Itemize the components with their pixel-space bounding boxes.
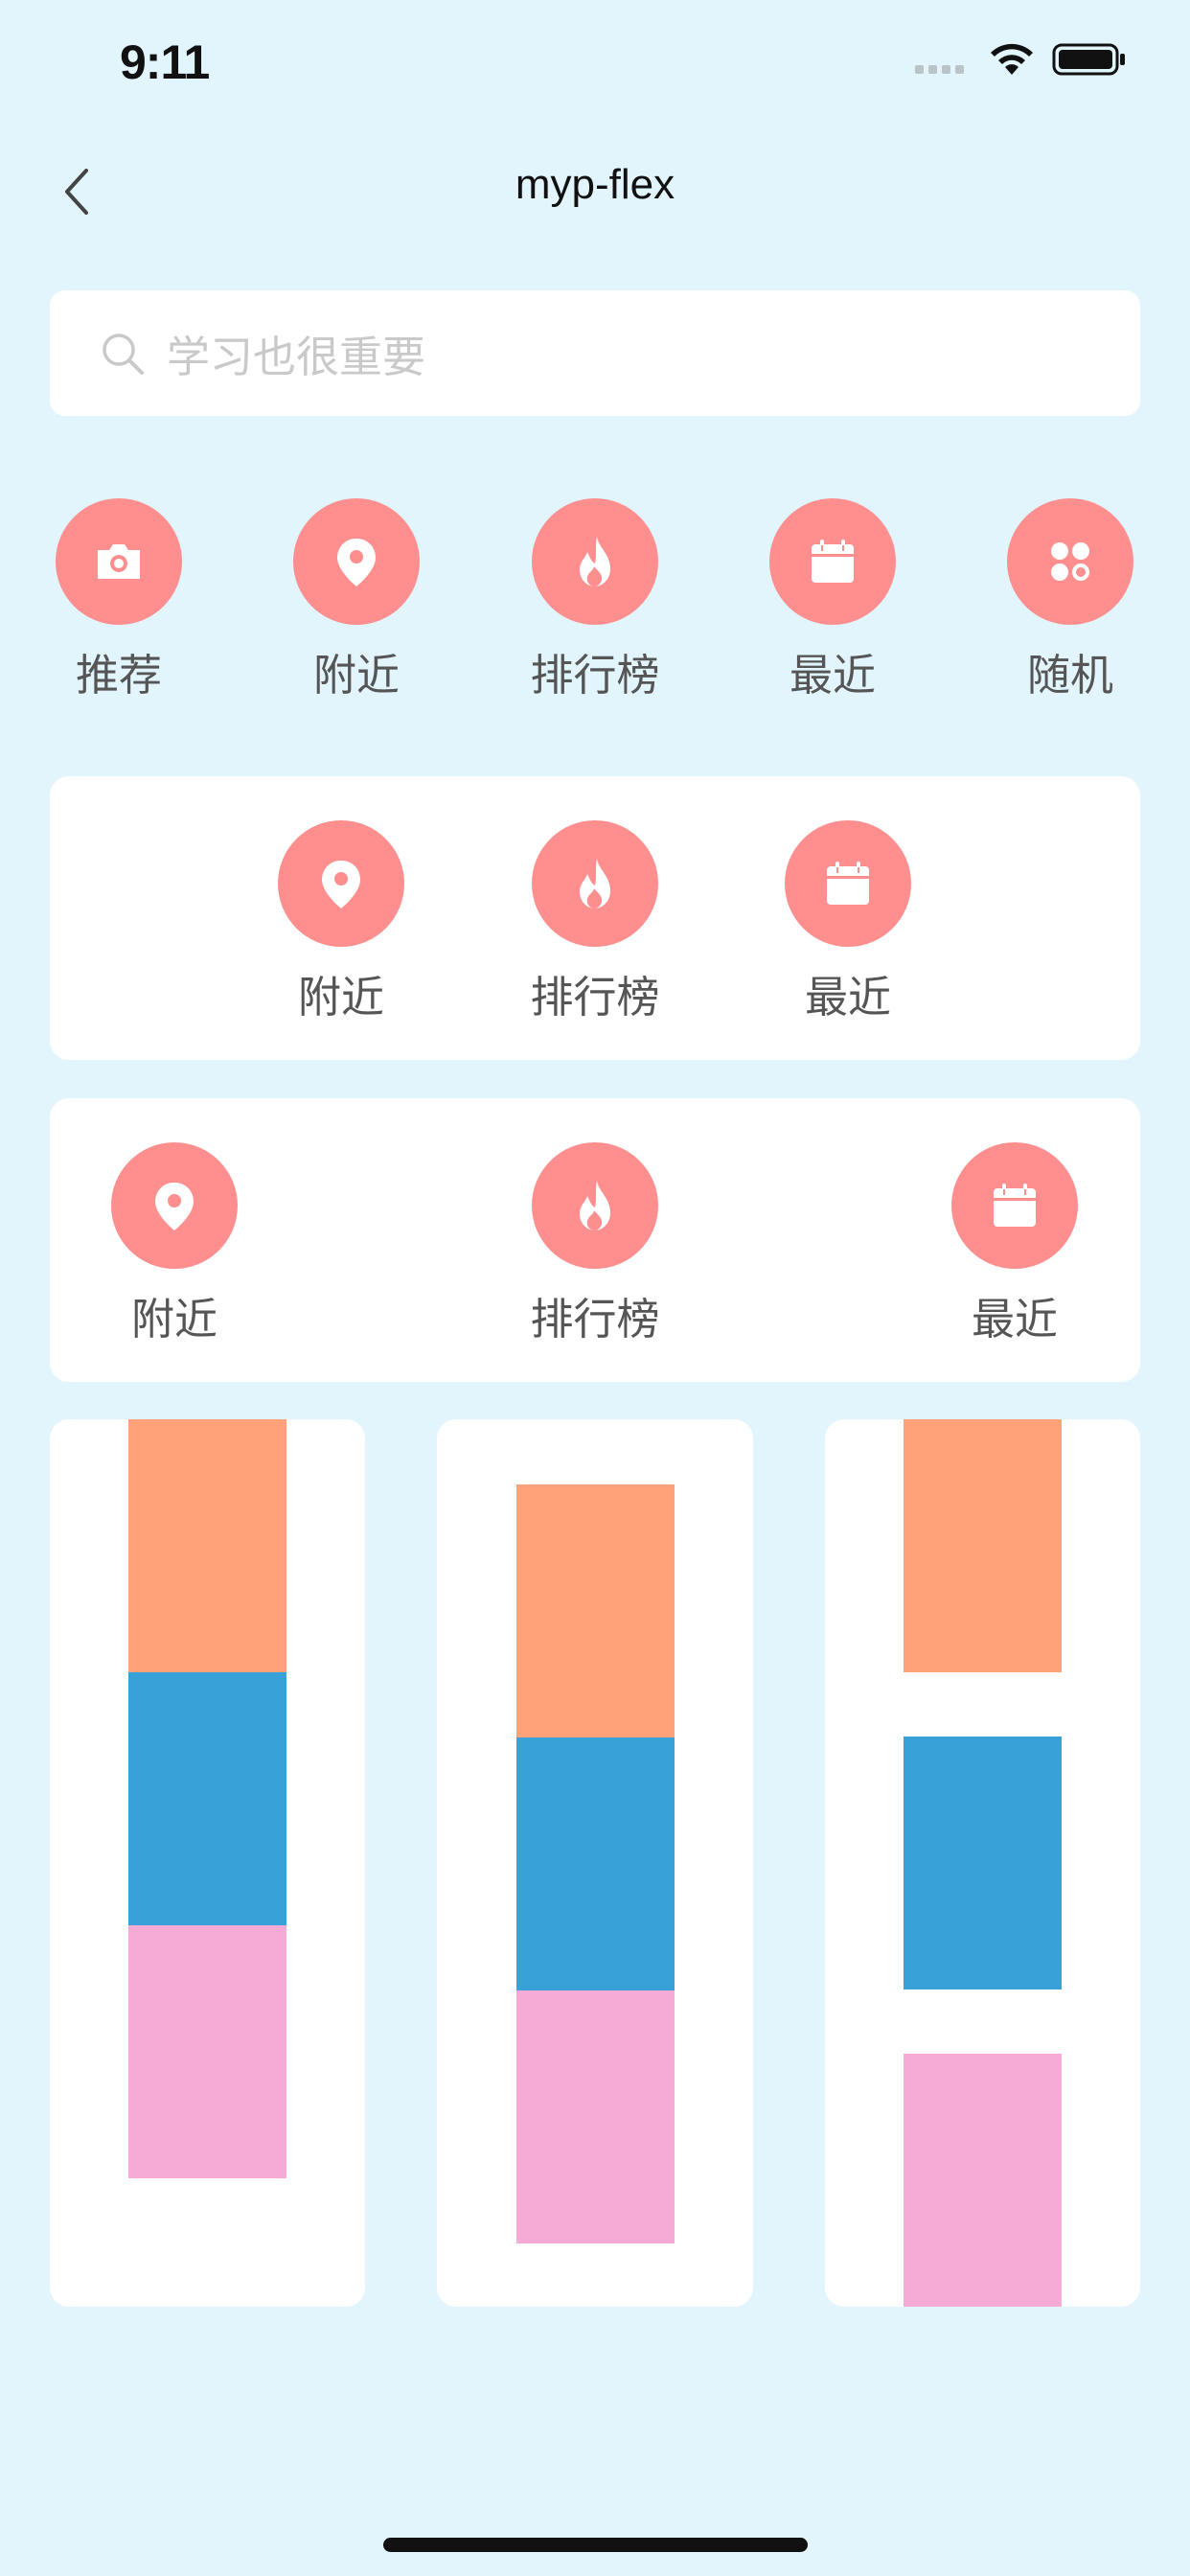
row1-label-recent: 最近	[789, 650, 876, 701]
calendar-icon	[827, 862, 869, 905]
column-card-start	[50, 1419, 365, 2307]
card3-item-nearby[interactable]	[111, 1142, 238, 1269]
location-pin-icon	[337, 539, 376, 586]
fire-icon	[580, 859, 610, 908]
block-pink	[516, 1990, 675, 2243]
block-orange	[516, 1484, 675, 1737]
card2-label-nearby: 附近	[297, 972, 384, 1023]
home-indicator[interactable]	[383, 2538, 808, 2552]
grid-dots-icon	[1051, 542, 1089, 581]
column-card-between	[825, 1419, 1140, 2307]
row1-item-nearby[interactable]	[293, 498, 420, 625]
calendar-icon	[812, 540, 854, 583]
icon-card-spaced: 附近 排行榜 最近	[50, 1098, 1140, 1382]
location-pin-icon	[155, 1183, 194, 1230]
row1-item-random[interactable]	[1007, 498, 1133, 625]
location-pin-icon	[322, 861, 360, 908]
fire-icon	[580, 537, 610, 586]
battery-icon	[1052, 43, 1125, 76]
page-title: myp-flex	[515, 161, 675, 208]
row1-label-nearby: 附近	[312, 650, 400, 701]
row1-item-recommend[interactable]	[56, 498, 182, 625]
block-orange	[904, 1419, 1062, 1672]
row1-label-ranking: 排行榜	[530, 650, 660, 701]
status-indicators	[915, 42, 1127, 77]
block-blue	[904, 1736, 1062, 1990]
card3-label-nearby: 附近	[130, 1294, 217, 1345]
block-orange	[128, 1419, 286, 1672]
row1-label-random: 随机	[1026, 650, 1113, 701]
camera-icon	[98, 544, 140, 579]
card2-item-nearby[interactable]	[278, 820, 404, 947]
search-icon	[103, 333, 144, 375]
card3-item-recent[interactable]	[951, 1142, 1078, 1269]
column-card-center	[437, 1419, 753, 2307]
search-bar[interactable]: 学习也很重要	[50, 290, 1140, 416]
card2-item-recent[interactable]	[785, 820, 911, 947]
card2-label-ranking: 排行榜	[530, 972, 660, 1023]
fire-icon	[580, 1181, 610, 1230]
block-pink	[128, 1925, 286, 2178]
card2-label-recent: 最近	[804, 972, 891, 1023]
row1-item-recent[interactable]	[769, 498, 896, 625]
block-blue	[516, 1737, 675, 1990]
search-placeholder: 学习也很重要	[167, 332, 426, 382]
cellular-signal-icon	[915, 45, 964, 74]
card3-label-ranking: 排行榜	[530, 1294, 660, 1345]
row1-label-recommend: 推荐	[75, 650, 162, 701]
icon-card-centered: 附近 排行榜 最近	[50, 776, 1140, 1060]
wifi-icon	[991, 43, 1033, 75]
card3-label-recent: 最近	[971, 1294, 1058, 1345]
status-time: 9:11	[120, 35, 210, 89]
row1-item-ranking[interactable]	[532, 498, 658, 625]
card3-item-ranking[interactable]	[532, 1142, 658, 1269]
block-pink	[904, 2054, 1062, 2307]
block-blue	[128, 1672, 286, 1925]
calendar-icon	[994, 1184, 1036, 1227]
card2-item-ranking[interactable]	[532, 820, 658, 947]
